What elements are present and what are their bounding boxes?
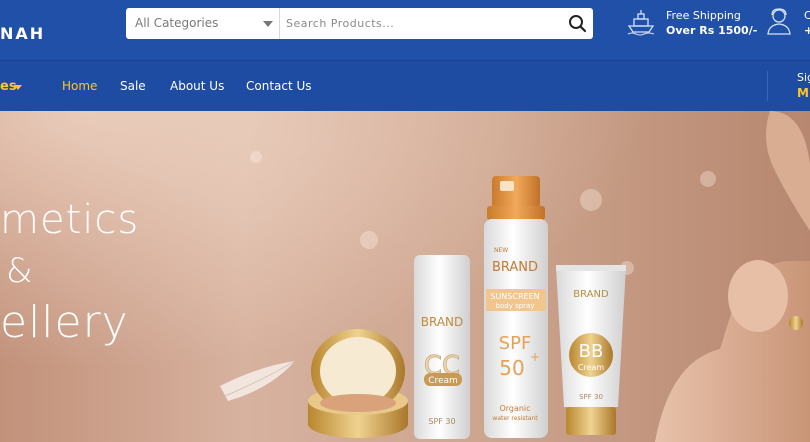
my-account-label[interactable]: M (797, 86, 809, 100)
model-photo (655, 111, 810, 442)
svg-text:NEW: NEW (494, 247, 508, 254)
svg-text:body spray: body spray (496, 302, 535, 310)
svg-text:BRAND: BRAND (421, 315, 464, 329)
chevron-down-icon (263, 21, 273, 27)
bb-cream-tube: BRAND BB Cream SPF 30 (556, 265, 626, 435)
main-nav: es Home Sale About Us Contact Us Sig M (0, 60, 810, 111)
search-bar: All Categories (126, 8, 593, 39)
search-button[interactable] (566, 12, 590, 36)
svg-text:+: + (530, 350, 540, 364)
svg-text:Organic: Organic (499, 404, 530, 413)
nav-sale[interactable]: Sale (120, 79, 146, 93)
top-header: NAH All Categories Free Shipping Over Rs… (0, 0, 810, 60)
compact-powder (308, 329, 408, 438)
sunscreen-spray-bottle: NEW BRAND SUNSCREEN body spray SPF 50 + … (484, 176, 548, 438)
support-number: + (804, 24, 810, 37)
nav-contact-us[interactable]: Contact Us (246, 79, 312, 93)
nav-divider (767, 71, 768, 101)
banner-product-illustration: BRAND CC Cream SPF 30 NEW BRAND SUNSCREE… (220, 111, 810, 442)
svg-text:SUNSCREEN: SUNSCREEN (490, 292, 539, 301)
svg-text:50: 50 (499, 356, 524, 380)
nav-about-us[interactable]: About Us (170, 79, 224, 93)
cc-cream-bottle: BRAND CC Cream SPF 30 (414, 255, 470, 439)
category-select-label: All Categories (135, 16, 219, 30)
signin-label[interactable]: Sig (797, 71, 810, 84)
category-select[interactable]: All Categories (126, 8, 280, 39)
svg-text:Cream: Cream (578, 363, 605, 372)
svg-text:SPF 30: SPF 30 (428, 417, 455, 426)
svg-text:water resistant: water resistant (492, 415, 538, 422)
nav-home[interactable]: Home (62, 79, 97, 93)
shipping-threshold: Over Rs 1500/- (666, 24, 758, 37)
shipping-title: Free Shipping (666, 9, 741, 22)
site-logo[interactable]: NAH (0, 24, 45, 43)
svg-text:SPF: SPF (499, 333, 532, 354)
svg-text:BRAND: BRAND (573, 289, 609, 300)
search-icon (569, 15, 587, 33)
ship-icon (627, 10, 655, 36)
svg-text:Cream: Cream (428, 376, 458, 386)
svg-text:BRAND: BRAND (492, 260, 538, 275)
svg-text:BB: BB (579, 341, 604, 362)
search-input[interactable] (286, 12, 556, 35)
support-user-icon (767, 8, 791, 35)
svg-text:SPF 30: SPF 30 (579, 393, 603, 401)
hero-banner[interactable]: metics & ellery BRAND CC Cream SPF 30 NE… (0, 111, 810, 442)
chevron-down-icon (14, 85, 22, 90)
support-title: C (804, 9, 810, 22)
